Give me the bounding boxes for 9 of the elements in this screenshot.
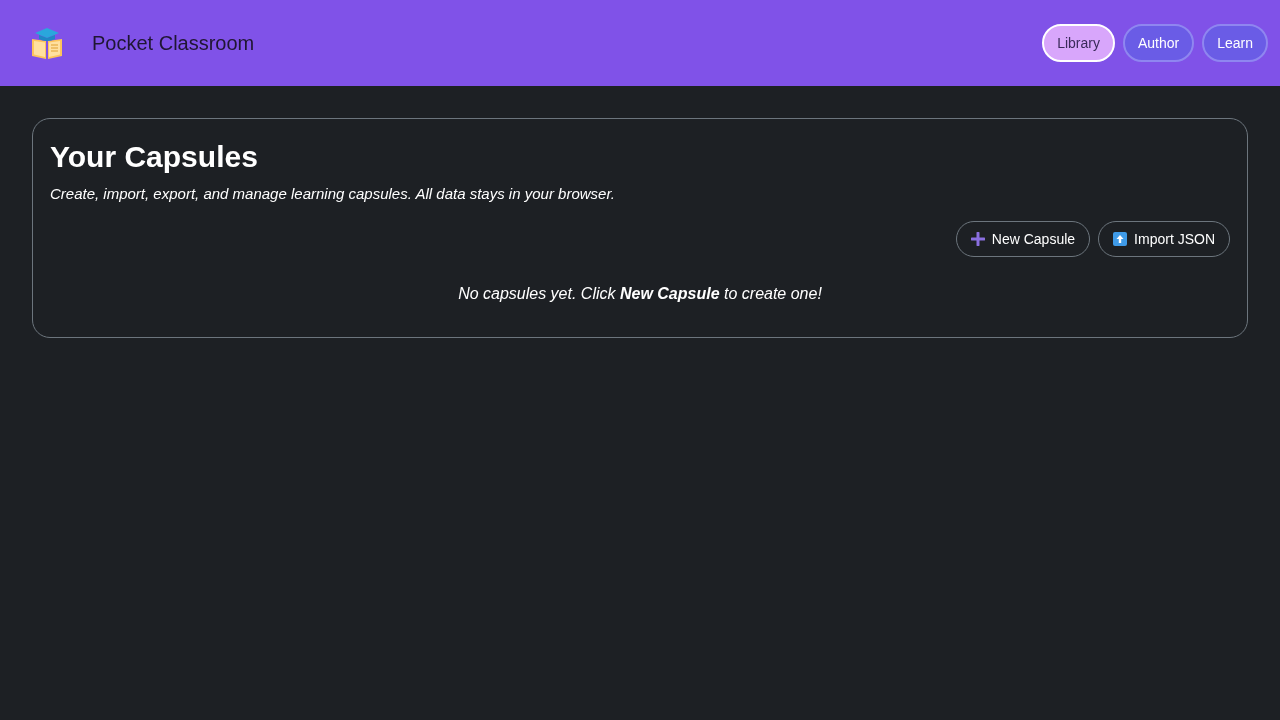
plus-icon [970,232,985,246]
nav-tab[interactable]: Learn [1202,24,1268,62]
app-title: Pocket Classroom [92,31,255,56]
page-heading: Your Capsules [50,139,259,175]
empty-state-message: No capsules yet. Click New Capsule to create one! [457,284,823,304]
nav-tab[interactable]: Author [1122,24,1195,62]
nav-tab[interactable]: Library [1042,24,1115,62]
page-description: Create, import, export, and manage learning capsules. All data stays in your browser. [50,184,616,204]
book-with-graduation-cap-icon [30,26,64,60]
